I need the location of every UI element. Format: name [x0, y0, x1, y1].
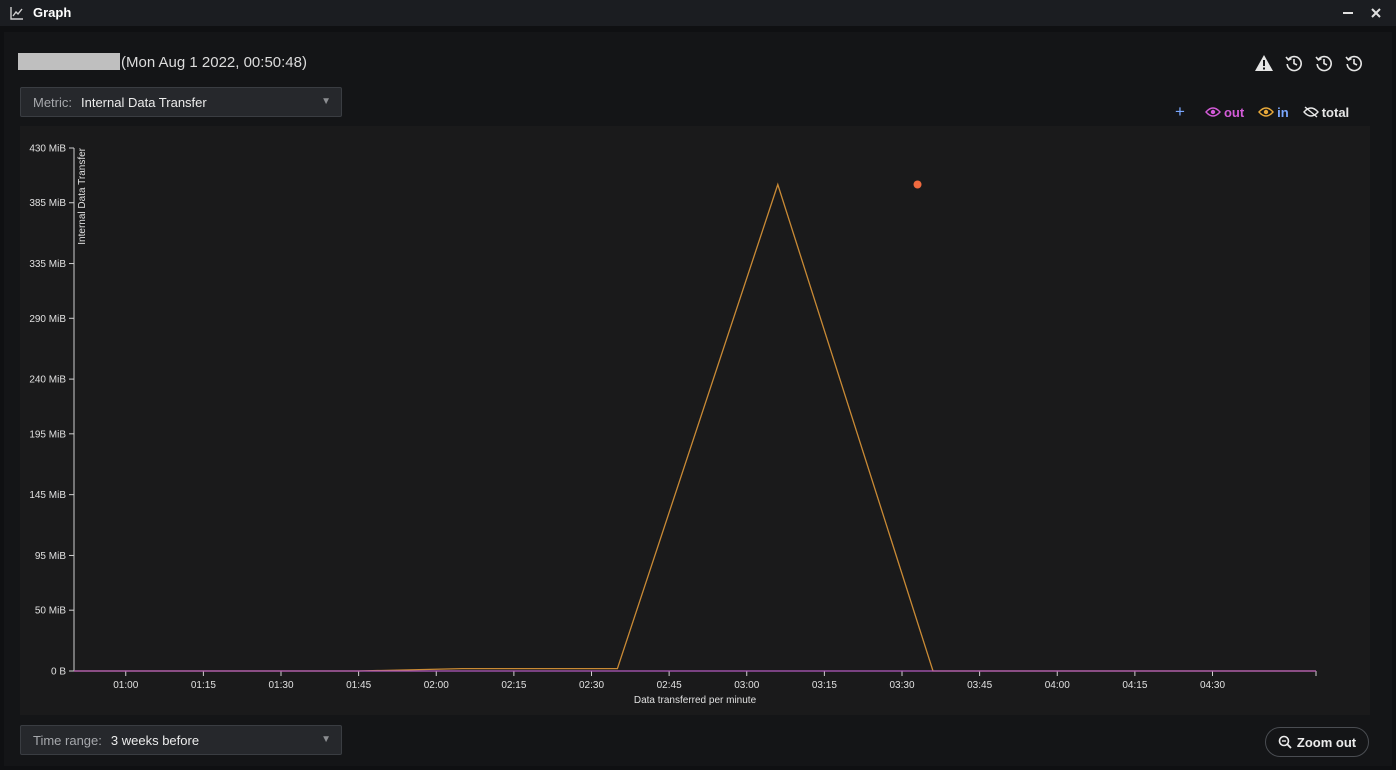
x-axis-title: Data transferred per minute	[634, 695, 757, 706]
x-tick-label: 03:00	[734, 680, 759, 691]
series-legend: + out in total	[1175, 102, 1363, 122]
eye-icon	[1258, 107, 1275, 117]
close-button[interactable]	[1366, 3, 1386, 23]
y-tick-label: 335 MiB	[29, 259, 66, 270]
time-range-value: 3 weeks before	[110, 732, 200, 748]
plus-icon[interactable]: +	[1175, 102, 1185, 122]
caret-down-icon: ▼	[321, 96, 331, 107]
window-title: Graph	[33, 5, 72, 20]
history-icon[interactable]	[1284, 53, 1304, 73]
zoom-out-button[interactable]: Zoom out	[1265, 727, 1369, 757]
y-tick-label: 290 MiB	[29, 314, 66, 325]
x-axis: 01:00 01:15 01:30 01:45 02:00 02:15 02:30 02:45…	[74, 670, 1317, 691]
x-tick-label: 04:00	[1045, 680, 1070, 691]
redacted-hostname	[18, 53, 120, 70]
x-tick-label: 02:30	[579, 680, 604, 691]
legend-label-in: in	[1277, 104, 1289, 120]
caret-down-icon: ▼	[321, 734, 331, 745]
y-tick-label: 430 MiB	[29, 144, 66, 155]
eye-off-icon	[1302, 106, 1319, 118]
zoom-out-label: Zoom out	[1296, 734, 1357, 750]
legend-label-out: out	[1223, 104, 1245, 120]
y-tick-label: 385 MiB	[29, 198, 66, 209]
series-line-in	[74, 182, 1316, 672]
x-tick-label: 02:00	[424, 680, 449, 691]
legend-item-total[interactable]: total	[1302, 104, 1350, 120]
y-tick-label: 95 MiB	[35, 551, 66, 562]
close-icon	[1371, 8, 1381, 18]
metric-value: Internal Data Transfer	[81, 94, 207, 110]
warning-icon[interactable]	[1254, 53, 1274, 73]
legend-item-out[interactable]: out	[1205, 105, 1244, 120]
x-tick-label: 01:15	[191, 680, 216, 691]
y-tick-label: 195 MiB	[29, 429, 66, 440]
x-tick-label: 02:45	[657, 680, 682, 691]
series-lines	[74, 180, 1316, 672]
time-range-select[interactable]: Time range: 3 weeks before ▼	[20, 725, 342, 755]
x-tick-label: 01:45	[346, 680, 371, 691]
x-tick-label: 03:15	[812, 680, 837, 691]
legend-label-total: total	[1321, 104, 1350, 120]
x-tick-label: 01:30	[268, 680, 293, 691]
metric-label: Metric:	[33, 94, 72, 110]
y-tick-label: 50 MiB	[35, 606, 66, 617]
zoom-out-icon	[1278, 735, 1292, 749]
x-tick-label: 02:15	[501, 680, 526, 691]
minimize-button[interactable]	[1338, 3, 1358, 23]
x-tick-label: 04:30	[1200, 680, 1225, 691]
y-tick-label: 240 MiB	[29, 375, 66, 386]
legend-item-in[interactable]: in	[1258, 105, 1289, 120]
x-tick-label: 03:30	[889, 680, 914, 691]
minimize-icon	[1343, 12, 1353, 14]
x-tick-label: 01:00	[113, 680, 138, 691]
toolbar-icons	[1254, 53, 1364, 73]
time-range-label: Time range:	[33, 732, 102, 748]
line-chart: 430 MiB 385 MiB 335 MiB 290 MiB 240 MiB 195 M…	[29, 144, 1317, 706]
heading-timestamp: (Mon Aug 1 2022, 00:50:48)	[121, 54, 307, 71]
metric-select[interactable]: Metric: Internal Data Transfer ▼	[20, 87, 342, 117]
y-tick-label: 0 B	[51, 667, 66, 678]
window-titlebar: Graph	[0, 0, 1396, 26]
chart-icon	[10, 7, 23, 20]
history-icon[interactable]	[1344, 53, 1364, 73]
hover-marker	[913, 180, 922, 189]
x-tick-label: 04:15	[1122, 680, 1147, 691]
y-axis-title: Internal Data Transfer	[77, 147, 88, 244]
y-axis: 430 MiB 385 MiB 335 MiB 290 MiB 240 MiB 195 M…	[29, 144, 75, 678]
y-tick-label: 145 MiB	[29, 490, 66, 501]
chart-area[interactable]: 430 MiB 385 MiB 335 MiB 290 MiB 240 MiB 195 M…	[20, 126, 1370, 715]
x-tick-label: 03:45	[967, 680, 992, 691]
history-icon[interactable]	[1314, 53, 1334, 73]
eye-icon	[1205, 107, 1221, 117]
